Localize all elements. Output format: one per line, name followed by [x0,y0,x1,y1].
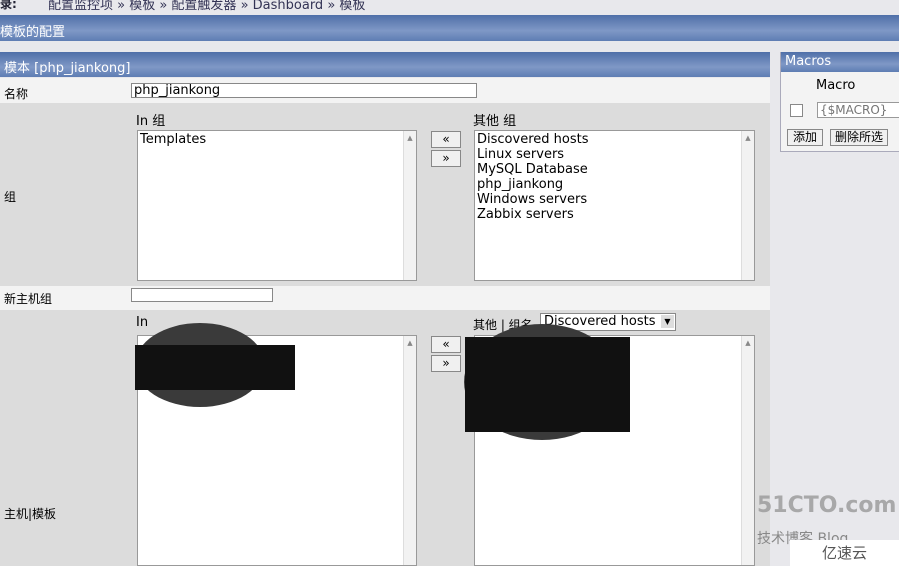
scrollbar[interactable]: ▲ [741,131,754,280]
macro-checkbox[interactable] [790,104,803,117]
list-item[interactable]: Discovered hosts [477,132,752,147]
in-groups-list[interactable]: Templates ▲ [137,130,417,281]
new-group-label: 新主机组 [4,292,53,306]
list-item[interactable]: Linux servers [477,147,752,162]
redaction-scribble [464,324,630,440]
list-item[interactable]: Zabbix servers [477,207,752,222]
form-header: 模本 [php_jiankong] [0,52,770,77]
move-left-button[interactable]: « [431,131,461,148]
chevron-down-icon: ▼ [661,315,674,328]
group-label: 组 [4,190,17,204]
list-item[interactable]: php_jiankong [477,177,752,192]
watermark-logo: 亿速云 [790,540,899,566]
list-item[interactable]: Windows servers [477,192,752,207]
list-item[interactable]: Templates [140,132,414,147]
macros-header: Macros [781,52,899,72]
name-label: 名称 [4,87,29,101]
redaction-scribble [135,323,295,407]
scrollbar[interactable]: ▲ [741,336,754,565]
add-macro-button[interactable]: 添加 [787,129,823,146]
move-right-button[interactable]: » [431,355,461,372]
move-left-button[interactable]: « [431,336,461,353]
history-label: 录: [0,0,17,11]
page-title: 模板的配置 [0,15,899,41]
scrollbar[interactable]: ▲ [403,336,416,565]
list-item[interactable]: MySQL Database [477,162,752,177]
hosts-label: 主机|模板 [4,507,57,521]
other-groups-list[interactable]: Discovered hosts Linux servers MySQL Dat… [474,130,755,281]
in-group-label: In 组 [136,114,166,129]
macro-input[interactable] [817,102,899,118]
scrollbar[interactable]: ▲ [403,131,416,280]
move-right-button[interactable]: » [431,150,461,167]
watermark-51cto: 51CTO.com [757,493,897,518]
macro-column-header: Macro [816,78,856,93]
new-group-input[interactable] [131,288,273,302]
other-group-label: 其他 组 [473,114,517,129]
name-input[interactable] [131,83,477,98]
delete-selected-button[interactable]: 删除所选 [830,129,888,146]
breadcrumb[interactable]: 配置监控项 » 模板 » 配置触发器 » Dashboard » 模板 [48,0,365,13]
